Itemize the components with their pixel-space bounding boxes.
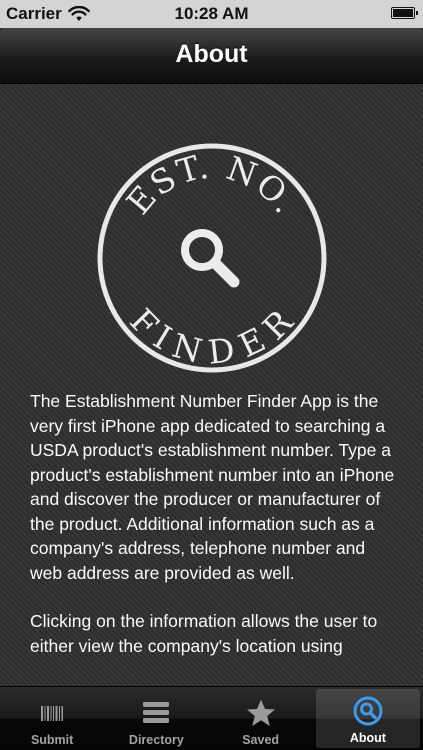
tab-about-label: About bbox=[349, 731, 386, 745]
tab-saved-label: Saved bbox=[242, 733, 280, 747]
est-no-finder-logo: EST. NO. FINDER bbox=[97, 143, 327, 373]
star-icon bbox=[246, 699, 275, 726]
about-description: The Establishment Number Finder App is t… bbox=[30, 389, 400, 682]
tab-directory[interactable]: Directory bbox=[104, 687, 208, 750]
tab-directory-label: Directory bbox=[128, 733, 184, 747]
search-icon bbox=[353, 696, 383, 726]
navigation-bar: About bbox=[0, 28, 423, 84]
status-time: 10:28 AM bbox=[174, 4, 249, 23]
description-paragraph-1: The Establishment Number Finder App is t… bbox=[30, 391, 395, 583]
barcode-icon bbox=[41, 706, 64, 721]
logo-top-text: EST. NO. bbox=[119, 147, 307, 222]
status-bar: Carrier 10:28 AM bbox=[0, 0, 423, 28]
tab-submit[interactable]: Submit bbox=[0, 687, 104, 750]
battery-icon bbox=[391, 7, 418, 19]
tab-submit-label: Submit bbox=[30, 733, 74, 747]
tab-saved[interactable]: Saved bbox=[209, 687, 313, 750]
magnifier-icon bbox=[181, 229, 240, 288]
description-paragraph-2: Clicking on the information allows the u… bbox=[30, 611, 378, 656]
tab-bar: Submit Directory Saved About bbox=[0, 686, 423, 750]
about-content[interactable]: EST. NO. FINDER The Establishment Number… bbox=[0, 84, 423, 686]
tab-about[interactable]: About bbox=[315, 689, 420, 748]
page-title: About bbox=[175, 40, 248, 68]
list-icon bbox=[143, 702, 170, 723]
logo-bottom-text: FINDER bbox=[123, 301, 302, 372]
